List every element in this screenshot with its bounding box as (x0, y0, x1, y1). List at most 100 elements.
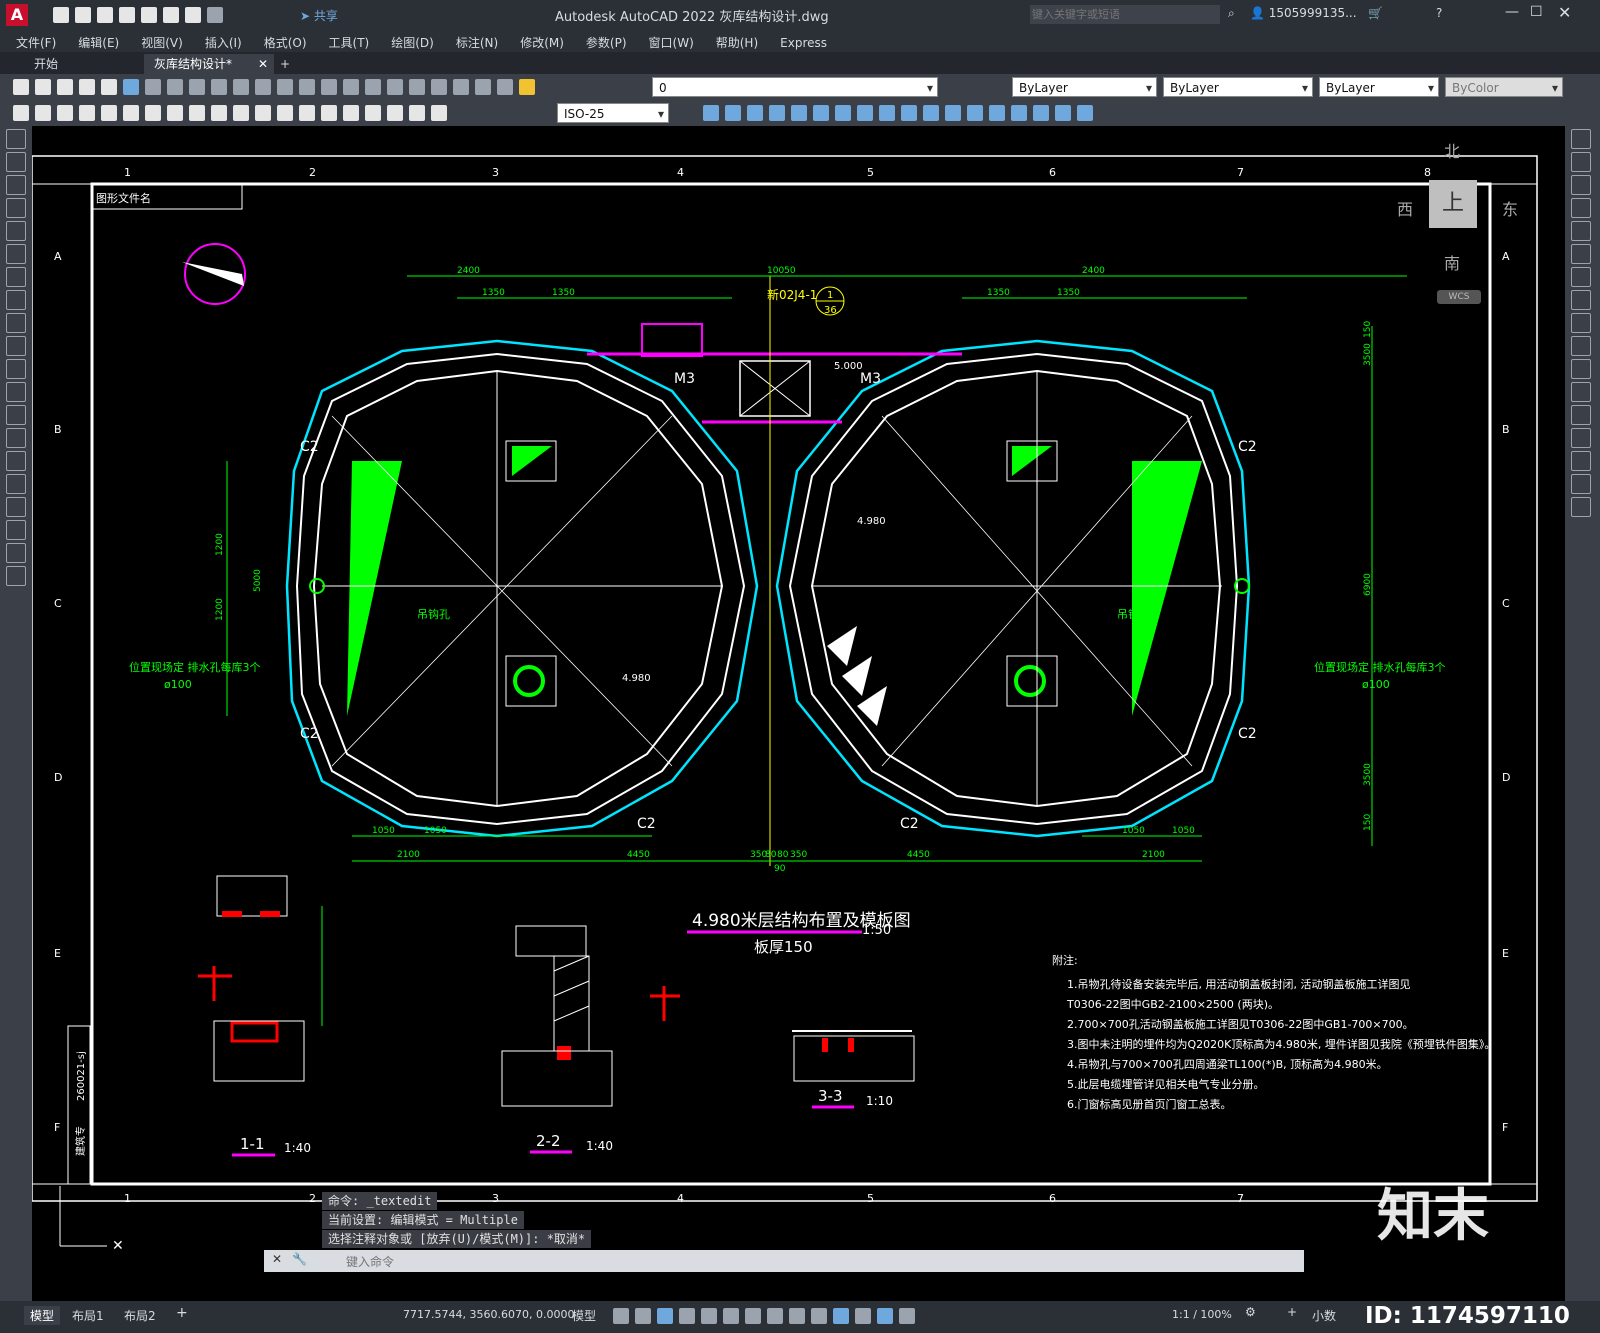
add-icon[interactable]: + (1287, 1305, 1297, 1319)
linetype-dropdown[interactable]: ByLayer (1163, 77, 1313, 98)
trim-tool-icon[interactable] (1571, 336, 1591, 356)
arc-length-icon[interactable] (57, 105, 73, 121)
offset-icon[interactable] (769, 105, 785, 121)
move-icon[interactable] (813, 105, 829, 121)
snap-icon[interactable] (635, 1308, 651, 1324)
aligned-dim-icon[interactable] (35, 105, 51, 121)
diameter-icon[interactable] (145, 105, 161, 121)
osnap-icon[interactable] (701, 1308, 717, 1324)
gradient-icon[interactable] (6, 474, 26, 494)
table-icon[interactable] (6, 520, 26, 540)
dim-text-edit-icon[interactable] (409, 105, 425, 121)
line-tool-icon[interactable] (6, 129, 26, 149)
polygon-icon[interactable] (6, 198, 26, 218)
help-icon[interactable]: ? (1436, 6, 1442, 20)
zoom-icon[interactable] (299, 79, 315, 95)
otrack-icon[interactable] (723, 1308, 739, 1324)
publish-icon[interactable] (123, 79, 139, 95)
block-icon[interactable] (1055, 105, 1071, 121)
scale-tool-icon[interactable] (1571, 290, 1591, 310)
lineweight-dropdown[interactable]: ByLayer (1319, 77, 1439, 98)
blend-tool-icon[interactable] (1571, 474, 1591, 494)
arc-icon[interactable] (6, 244, 26, 264)
command-line[interactable]: ✕ 🔧 (264, 1250, 1304, 1272)
properties-icon[interactable] (365, 79, 381, 95)
tab-model[interactable]: 模型 (24, 1306, 61, 1325)
make-block-icon[interactable] (6, 405, 26, 425)
open-file-icon[interactable] (75, 7, 91, 23)
drawing-canvas[interactable]: 图形文件名 1 2 3 4 5 6 7 8 1 2 3 4 5 6 7 A B … (32, 126, 1565, 1301)
save-icon[interactable] (97, 7, 113, 23)
mirror-tool-icon[interactable] (1571, 175, 1591, 195)
add-selected-icon[interactable] (6, 566, 26, 586)
menu-item[interactable]: 窗口(W) (649, 34, 694, 51)
pan-icon[interactable] (277, 79, 293, 95)
redo-icon[interactable] (255, 79, 271, 95)
close-cmd-icon[interactable]: ✕ (272, 1252, 282, 1266)
color-dropdown[interactable]: ByLayer (1012, 77, 1157, 98)
explode-tool-icon[interactable] (1571, 497, 1591, 517)
dim-edit-icon[interactable] (387, 105, 403, 121)
jogged-icon[interactable] (123, 105, 139, 121)
match-prop-icon[interactable] (211, 79, 227, 95)
tab-layout2[interactable]: 布局2 (124, 1307, 156, 1324)
trim-icon[interactable] (901, 105, 917, 121)
layer-state-icon[interactable] (519, 79, 535, 95)
insert-icon[interactable] (1077, 105, 1093, 121)
web-save-icon[interactable] (141, 7, 157, 23)
gizmo-icon[interactable] (877, 1308, 893, 1324)
explode-icon[interactable] (1033, 105, 1049, 121)
inspect-icon[interactable] (343, 105, 359, 121)
minimize-button[interactable]: — (1505, 4, 1519, 20)
coordinates-readout[interactable]: 7717.5744, 3560.6070, 0.0000 (403, 1308, 574, 1321)
copy-tool-icon[interactable] (1571, 152, 1591, 172)
viewcube-south[interactable]: 南 (1444, 250, 1460, 274)
selection-filter-icon[interactable] (855, 1308, 871, 1324)
menu-item[interactable]: 插入(I) (205, 34, 242, 51)
ellipse-arc-icon[interactable] (6, 359, 26, 379)
3d-osnap-icon[interactable] (811, 1308, 827, 1324)
fillet-icon[interactable] (1011, 105, 1027, 121)
stretch-icon[interactable] (879, 105, 895, 121)
grid-icon[interactable] (613, 1308, 629, 1324)
center-mark-icon[interactable] (321, 105, 337, 121)
sheet-set-icon[interactable] (431, 79, 447, 95)
break-tool-icon[interactable] (1571, 382, 1591, 402)
customize-cmd-icon[interactable]: 🔧 (292, 1252, 307, 1266)
ellipse-icon[interactable] (6, 336, 26, 356)
plotstyle-dropdown[interactable]: ByColor (1445, 77, 1563, 98)
viewcube-top-face[interactable]: 上 (1429, 180, 1477, 228)
maximize-button[interactable]: ☐ (1530, 4, 1543, 20)
linear-dim-icon[interactable] (13, 105, 29, 121)
array-tool-icon[interactable] (1571, 221, 1591, 241)
viewcube-north[interactable]: 北 (1444, 138, 1460, 162)
plot-icon[interactable] (163, 7, 179, 23)
ordinate-icon[interactable] (79, 105, 95, 121)
rotate-tool-icon[interactable] (1571, 267, 1591, 287)
search-icon[interactable]: ⌕ (1228, 6, 1235, 21)
tool-palette-icon[interactable] (409, 79, 425, 95)
lineweight-icon[interactable] (745, 1308, 761, 1324)
baseline-icon[interactable] (211, 105, 227, 121)
point-icon[interactable] (6, 428, 26, 448)
dynamic-ucs-icon[interactable] (833, 1308, 849, 1324)
wcs-dropdown[interactable]: WCS (1437, 290, 1481, 304)
quick-dim-icon[interactable] (189, 105, 205, 121)
menu-item[interactable]: 标注(N) (456, 34, 498, 51)
dim-update-icon[interactable] (431, 105, 447, 121)
save-icon[interactable] (57, 79, 73, 95)
menu-item[interactable]: 文件(F) (16, 34, 56, 51)
calculator-icon[interactable] (475, 79, 491, 95)
tolerance-icon[interactable] (299, 105, 315, 121)
copy-icon[interactable] (167, 79, 183, 95)
continue-icon[interactable] (233, 105, 249, 121)
move-tool-icon[interactable] (1571, 244, 1591, 264)
jog-line-icon[interactable] (365, 105, 381, 121)
menu-item[interactable]: Express (780, 36, 827, 50)
design-center-icon[interactable] (387, 79, 403, 95)
new-icon[interactable] (13, 79, 29, 95)
menu-item[interactable]: 参数(P) (586, 34, 627, 51)
annotation-visibility-icon[interactable] (899, 1308, 915, 1324)
share-button[interactable]: ➤ 共享 (300, 7, 338, 24)
spline-icon[interactable] (6, 313, 26, 333)
